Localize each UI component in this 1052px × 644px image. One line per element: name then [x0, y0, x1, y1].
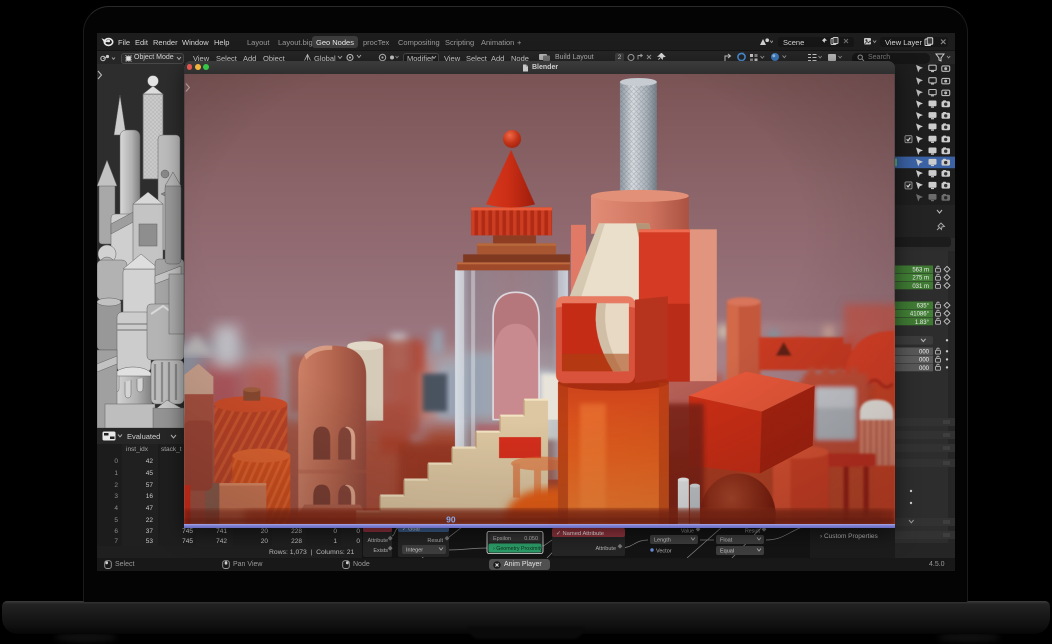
svg-text:✓ Named Attribute: ✓ Named Attribute [556, 531, 604, 537]
svg-text:Attribute: Attribute [596, 546, 616, 552]
svg-text:Equal: Equal [720, 549, 734, 555]
svg-text:000: 000 [919, 358, 930, 364]
svg-text:0.050: 0.050 [524, 536, 538, 542]
svg-text:Value: Value [681, 529, 694, 535]
svg-text:Result: Result [427, 538, 443, 544]
svg-text:1.83°: 1.83° [915, 320, 930, 326]
svg-text:Integer: Integer [406, 548, 423, 554]
svg-text:Exists: Exists [373, 548, 388, 554]
svg-text:635°: 635° [917, 304, 930, 310]
svg-text:Attribute: Attribute [368, 538, 388, 544]
svg-text:000: 000 [919, 366, 930, 372]
svg-text:41086°: 41086° [910, 312, 930, 318]
svg-text:Result: Result [745, 529, 761, 535]
svg-text:Vector: Vector [656, 549, 672, 555]
svg-text:Float: Float [720, 538, 733, 544]
svg-text:› Custom Properties: › Custom Properties [820, 533, 879, 540]
svg-text:000: 000 [919, 350, 930, 356]
svg-text:Length: Length [654, 538, 671, 544]
svg-text:Epsilon: Epsilon [493, 536, 511, 542]
svg-text:275 m: 275 m [912, 276, 929, 282]
svg-text:031 m: 031 m [912, 284, 929, 290]
svg-text:› Geometry Proximity: › Geometry Proximity [493, 546, 543, 552]
svg-text:90: 90 [446, 514, 456, 524]
svg-text:563 m: 563 m [912, 268, 929, 274]
